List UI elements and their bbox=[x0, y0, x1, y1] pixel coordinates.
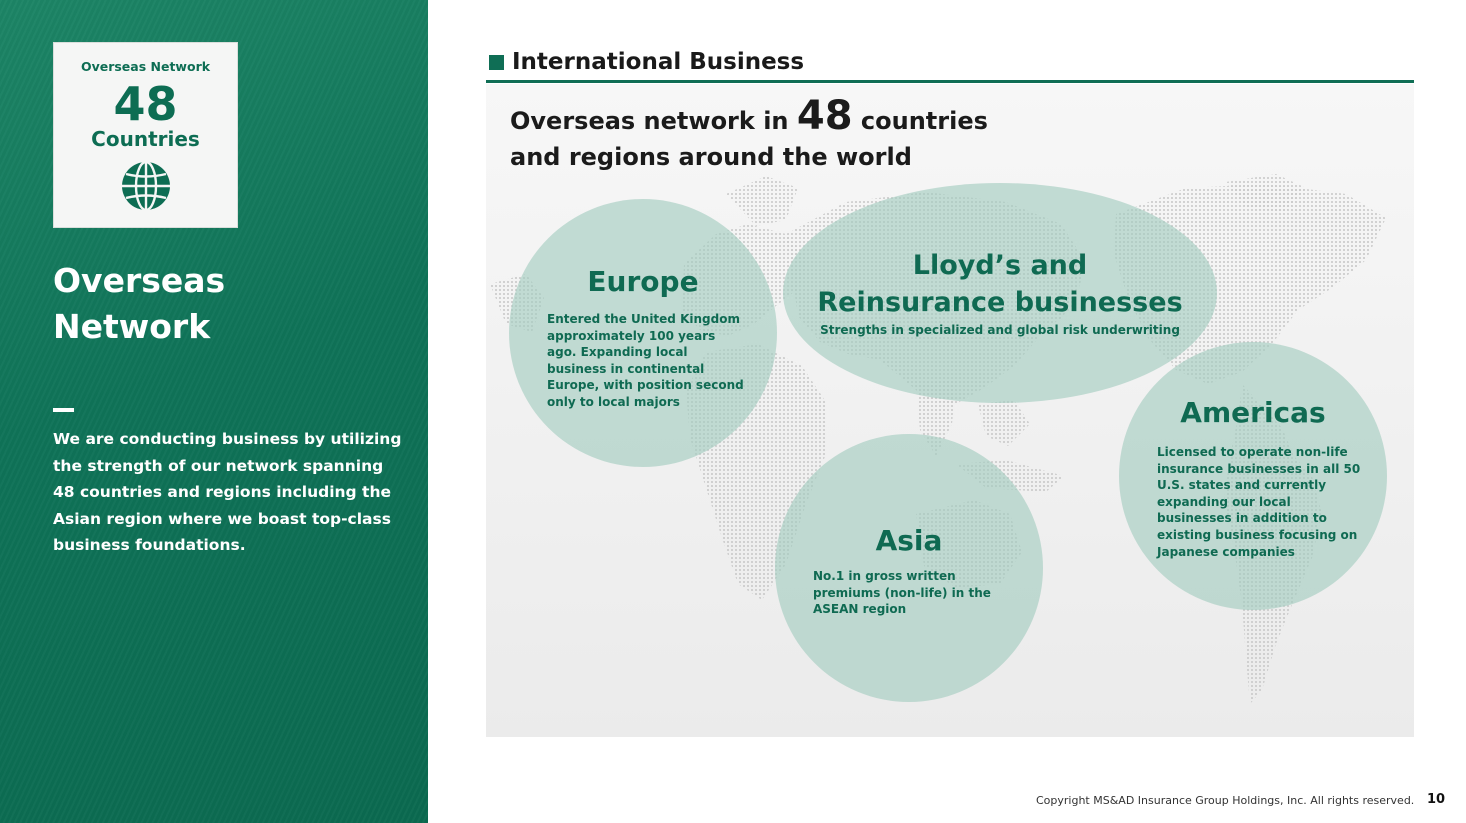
section-description: We are conducting business by utilizing … bbox=[53, 430, 402, 554]
lloyds-title: Lloyd’s and Reinsurance businesses bbox=[783, 247, 1217, 321]
section-title-line-1: Overseas bbox=[53, 261, 226, 300]
page-heading: International Business bbox=[512, 49, 805, 75]
divider-dash bbox=[53, 408, 74, 412]
europe-bubble: Europe Entered the United Kingdom approx… bbox=[509, 199, 777, 467]
lloyds-title-line-1: Lloyd’s and bbox=[912, 250, 1088, 281]
globe-icon bbox=[122, 160, 170, 212]
headline-prefix: Overseas network in bbox=[510, 107, 789, 135]
left-panel: Overseas Network 48 Countries Overseas N… bbox=[0, 0, 428, 823]
americas-title: Americas bbox=[1180, 396, 1326, 429]
badge-number: 48 bbox=[113, 77, 178, 131]
world-map-panel: Overseas network in 48 countries and reg… bbox=[486, 84, 1414, 737]
headline-line-2: and regions around the world bbox=[510, 143, 912, 171]
asia-description: No.1 in gross written premiums (non-life… bbox=[813, 569, 991, 617]
americas-description: Licensed to operate non-life insurance b… bbox=[1157, 445, 1361, 559]
lloyds-description: Strengths in specialized and global risk… bbox=[820, 323, 1180, 337]
headline: Overseas network in 48 countries and reg… bbox=[510, 96, 988, 175]
badge-title: Overseas Network bbox=[80, 59, 211, 74]
copyright-notice: Copyright MS&AD Insurance Group Holdings… bbox=[1036, 794, 1415, 807]
badge-unit: Countries bbox=[91, 127, 200, 151]
section-title: Overseas Network bbox=[53, 258, 393, 350]
asia-title: Asia bbox=[875, 524, 943, 557]
americas-bubble: Americas Licensed to operate non-life in… bbox=[1119, 342, 1387, 610]
asia-bubble: Asia No.1 in gross written premiums (non… bbox=[775, 434, 1043, 702]
heading-rule bbox=[486, 80, 1414, 83]
overseas-network-badge: Overseas Network 48 Countries bbox=[53, 42, 238, 228]
headline-number: 48 bbox=[796, 93, 853, 139]
page-number: 10 bbox=[1427, 792, 1446, 807]
headline-suffix: countries bbox=[860, 107, 988, 135]
section-title-line-2: Network bbox=[53, 307, 211, 346]
europe-description: Entered the United Kingdom approximately… bbox=[547, 312, 744, 409]
lloyds-title-line-2: Reinsurance businesses bbox=[817, 287, 1183, 318]
heading-marker-square bbox=[489, 55, 504, 70]
lloyds-reinsurance-bubble: Lloyd’s and Reinsurance businesses Stren… bbox=[783, 183, 1217, 403]
europe-title: Europe bbox=[587, 265, 699, 298]
headline-line-1: Overseas network in 48 countries bbox=[510, 96, 988, 139]
